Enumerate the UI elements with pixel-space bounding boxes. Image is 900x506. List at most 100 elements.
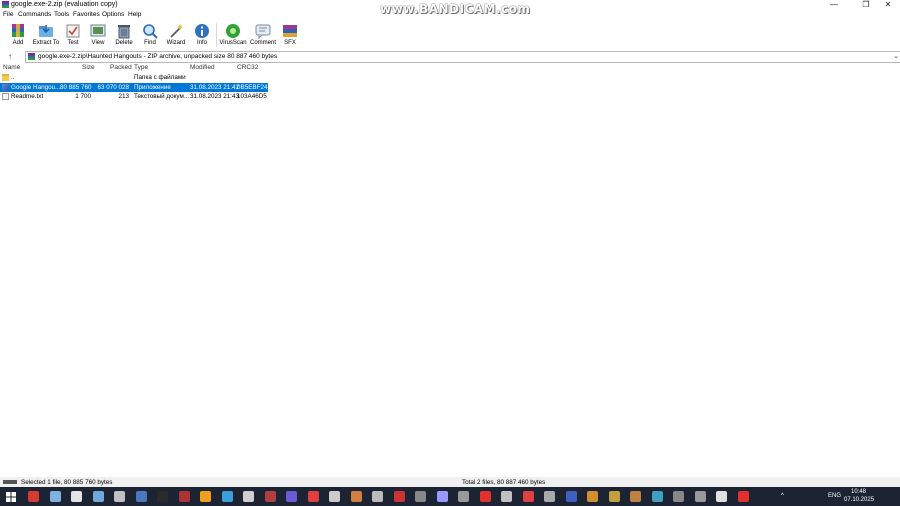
maximize-button[interactable]: ❐ <box>855 0 877 10</box>
comment-label: Comment <box>249 40 276 46</box>
menu-file[interactable]: File <box>3 11 13 18</box>
taskbar-app-icon[interactable] <box>436 491 448 502</box>
menu-options[interactable]: Options <box>102 11 124 18</box>
windows-start-icon[interactable] <box>6 492 16 502</box>
taskbar-app-icon[interactable] <box>716 491 727 502</box>
file-type: Текстовый докум... <box>134 93 190 100</box>
minimize-button[interactable]: — <box>823 0 845 10</box>
taskbar-app-icon[interactable] <box>135 491 147 502</box>
exe-icon <box>2 84 9 91</box>
taskbar-app-icon[interactable] <box>329 491 340 502</box>
taskbar-app-icon[interactable] <box>28 491 39 502</box>
column-header-type[interactable]: Type <box>134 64 148 73</box>
taskbar-app-icon[interactable] <box>673 491 684 502</box>
file-size: 80 885 760 <box>60 84 92 91</box>
extract-folder-icon <box>38 23 54 39</box>
taskbar-app-icon[interactable] <box>114 491 125 502</box>
extract-to-label: Extract To <box>32 40 60 46</box>
taskbar-app-icon[interactable] <box>264 491 276 502</box>
sfx-icon <box>282 23 298 39</box>
file-row-selected[interactable]: Google Hangou... 80 885 760 63 070 028 П… <box>0 83 268 92</box>
taskbar-app-icon[interactable] <box>307 491 319 502</box>
taskbar-app-icon[interactable] <box>501 491 512 502</box>
taskbar-app-icon[interactable] <box>737 491 749 502</box>
taskbar-app-icon[interactable] <box>92 491 104 502</box>
virus-scan-icon <box>225 23 241 39</box>
add-icon <box>10 23 26 39</box>
taskbar-app-icon[interactable] <box>71 491 82 502</box>
file-packed: 63 070 028 <box>97 84 129 91</box>
drive-icon <box>3 480 17 484</box>
taskbar-app-icon[interactable] <box>221 491 233 502</box>
virusscan-label: VirusScan <box>219 40 247 46</box>
taskbar-app-icon[interactable] <box>630 491 641 502</box>
window-title: google.exe-2.zip (evaluation copy) <box>11 1 118 8</box>
taskbar-app-icon[interactable] <box>49 491 61 502</box>
taskbar-app-icon[interactable] <box>694 491 706 502</box>
taskbar-app-icon[interactable] <box>608 491 620 502</box>
extract-to-button[interactable]: Extract To <box>31 23 61 49</box>
sfx-label: SFX <box>284 40 296 46</box>
taskbar-app-icon[interactable] <box>157 491 168 502</box>
file-row-parent[interactable]: .. Папка с файлами <box>0 73 268 82</box>
tray-date[interactable]: 07.10.2025 <box>844 497 874 503</box>
taskbar-app-icon[interactable] <box>565 491 577 502</box>
file-type: Приложение <box>134 84 171 91</box>
tray-time[interactable]: 10:48 <box>851 489 866 495</box>
chevron-down-icon[interactable]: ⌄ <box>893 52 899 60</box>
column-header-packed[interactable]: Packed <box>110 64 132 73</box>
view-icon <box>90 23 106 39</box>
comment-button[interactable]: Comment <box>248 23 278 49</box>
menu-bar: File Commands Tools Favorites Options He… <box>0 10 900 20</box>
tray-language[interactable]: ENG <box>828 493 841 499</box>
taskbar-app-icon[interactable] <box>587 491 598 502</box>
virusscan-button[interactable]: VirusScan <box>218 23 248 49</box>
taskbar-app-icon[interactable] <box>286 491 297 502</box>
taskbar-app-icon[interactable] <box>544 491 555 502</box>
address-row: ↑ google.exe-2.zip\Haunted Hangouts - ZI… <box>0 50 900 63</box>
column-header-modified[interactable]: Modified <box>190 64 215 73</box>
status-total: Total 2 files, 80 887 460 bytes <box>462 479 546 486</box>
add-button[interactable]: Add <box>3 23 33 49</box>
file-modified: 31.08.2023 21:42 <box>190 84 240 91</box>
file-row-readme[interactable]: Readme.txt 1 700 213 Текстовый докум... … <box>0 92 268 101</box>
taskbar-app-icon[interactable] <box>243 491 254 502</box>
column-header-size[interactable]: Size <box>82 64 95 73</box>
taskbar-app-icon[interactable] <box>372 491 383 502</box>
sfx-button[interactable]: SFX <box>275 23 305 49</box>
column-header-name[interactable]: Name <box>3 64 20 73</box>
menu-commands[interactable]: Commands <box>18 11 51 18</box>
taskbar-app-icon[interactable] <box>522 491 534 502</box>
taskbar-app-icon[interactable] <box>479 491 491 502</box>
menu-favorites[interactable]: Favorites <box>73 11 100 18</box>
toolbar: Add Extract To Test View Delete Find Wiz… <box>0 20 900 49</box>
taskbar-app-icon[interactable] <box>200 491 211 502</box>
info-icon <box>194 23 210 39</box>
tray-chevron-icon[interactable]: ^ <box>781 493 784 499</box>
file-name: .. <box>11 74 15 81</box>
taskbar-app-icon[interactable] <box>350 491 362 502</box>
menu-help[interactable]: Help <box>128 11 141 18</box>
taskbar-app-icon[interactable] <box>415 491 426 502</box>
file-name: Google Hangou... <box>11 84 61 91</box>
file-name: Readme.txt <box>11 93 44 100</box>
wand-icon <box>168 23 184 39</box>
winrar-app-icon <box>2 1 9 8</box>
folder-icon <box>2 74 9 81</box>
close-button[interactable]: ✕ <box>877 0 899 10</box>
file-modified: 31.08.2023 21:43 <box>190 93 240 100</box>
archive-icon <box>28 53 35 60</box>
taskbar: ^ ENG 10:48 07.10.2025 <box>0 487 900 506</box>
status-selected: Selected 1 file, 80 885 760 bytes <box>21 479 113 486</box>
column-header-crc32[interactable]: CRC32 <box>237 64 258 73</box>
magnifier-icon <box>142 23 158 39</box>
taskbar-app-icon[interactable] <box>393 491 405 502</box>
info-button[interactable]: Info <box>187 23 217 49</box>
toolbar-separator <box>216 23 217 47</box>
taskbar-app-icon[interactable] <box>178 491 190 502</box>
menu-tools[interactable]: Tools <box>54 11 69 18</box>
address-bar[interactable]: google.exe-2.zip\Haunted Hangouts - ZIP … <box>25 51 900 63</box>
taskbar-app-icon[interactable] <box>651 491 663 502</box>
up-arrow-button[interactable]: ↑ <box>5 52 15 62</box>
taskbar-app-icon[interactable] <box>458 491 469 502</box>
